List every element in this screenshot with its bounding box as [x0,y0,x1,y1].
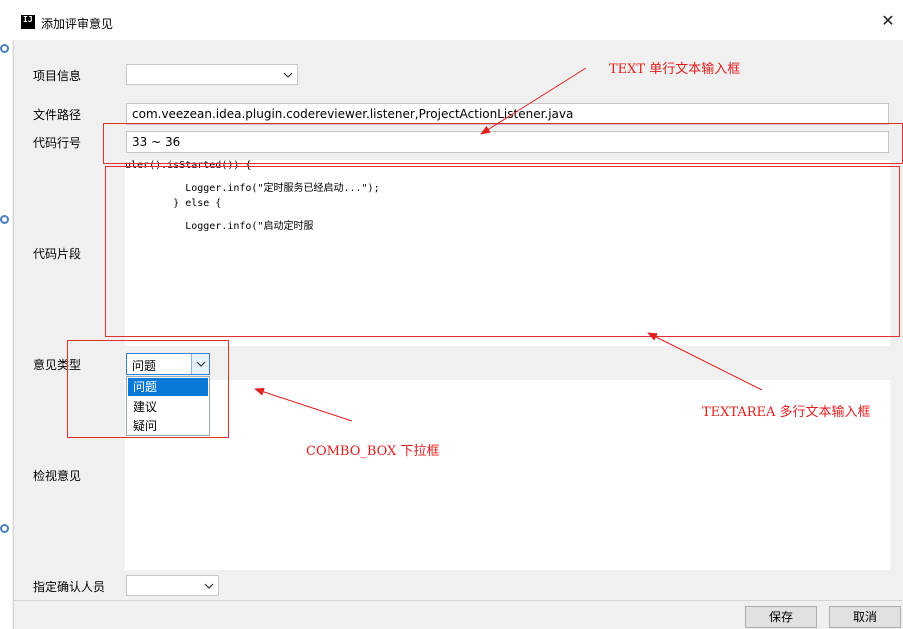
annotation-arrows [254,67,763,422]
arrow-to-textarea [647,332,763,391]
arrow-to-text-field [480,67,587,135]
arrow-to-combo [254,388,353,422]
